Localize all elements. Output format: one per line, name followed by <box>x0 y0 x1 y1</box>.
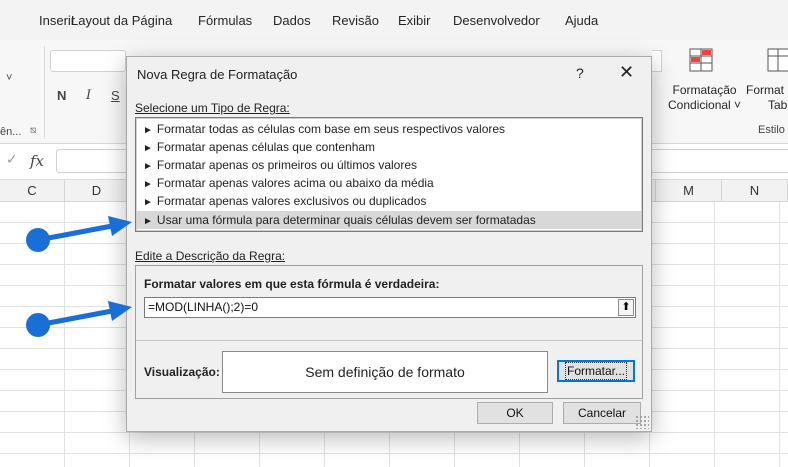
bold-button[interactable]: N <box>57 88 66 103</box>
arrow-right-icon: ► <box>143 216 153 227</box>
arrow-right-icon: ► <box>143 161 153 172</box>
font-name-box[interactable] <box>50 50 126 72</box>
rule-type-item-selected[interactable]: ► Usar uma fórmula para determinar quais … <box>137 211 641 229</box>
table-format-label-2: Tab <box>768 98 788 112</box>
cancel-button[interactable]: Cancelar <box>563 402 641 424</box>
fx-icon[interactable]: fx <box>30 152 44 170</box>
close-icon[interactable]: ✕ <box>619 62 634 83</box>
rule-type-label: Formatar apenas células que contenham <box>156 140 376 154</box>
collapse-dialog-button[interactable]: ⬆ <box>618 299 634 316</box>
cond-format-label-1: Formatação <box>672 83 737 97</box>
tab-layout-da-pagina[interactable]: Layout da Página <box>71 13 172 28</box>
group-label-fragment: ên... <box>0 126 22 138</box>
dialog-title: Nova Regra de Formatação <box>137 67 298 82</box>
arrow-right-icon: ► <box>143 143 153 154</box>
arrow-right-icon: ► <box>143 197 153 208</box>
tab-ajuda[interactable]: Ajuda <box>565 13 598 28</box>
ribbon-separator <box>44 46 45 138</box>
column-header-n[interactable]: N <box>722 180 788 202</box>
rule-type-label: Formatar todas as células com base em se… <box>156 122 506 136</box>
rule-type-label: Formatar apenas os primeiros ou últimos … <box>156 158 418 172</box>
rule-type-item[interactable]: ► Formatar todas as células com base em s… <box>137 120 641 138</box>
tab-exibir[interactable]: Exibir <box>398 13 431 28</box>
rule-type-list[interactable]: ► Formatar todas as células com base em s… <box>135 117 643 232</box>
rule-description-panel: Formatar valores em que esta fórmula é v… <box>135 265 643 399</box>
formula-value: =MOD(LINHA();2)=0 <box>148 300 259 314</box>
rule-type-item[interactable]: ► Formatar apenas células que contenham <box>137 138 641 156</box>
upload-arrow-icon: ⬆ <box>621 301 631 313</box>
tab-inserir[interactable]: Inserir <box>39 13 75 28</box>
cond-format-label-2: Condicional ˅ <box>668 98 742 112</box>
table-format-label-1: Format <box>746 83 785 97</box>
format-as-table-button[interactable]: Format Tab <box>746 83 787 113</box>
arrow-right-icon: ► <box>143 179 153 190</box>
formula-input[interactable]: =MOD(LINHA();2)=0 ⬆ <box>144 297 636 318</box>
dialog-launcher-icon[interactable]: ⧅ <box>30 125 36 136</box>
format-as-table-icon[interactable] <box>766 47 788 73</box>
rule-type-label: Formatar apenas valores exclusivos ou du… <box>156 194 427 208</box>
chevron-down-icon[interactable]: ˅ <box>6 72 12 84</box>
arrow-right-icon: ► <box>143 125 153 136</box>
conditional-formatting-icon[interactable] <box>688 47 714 73</box>
tab-formulas[interactable]: Fórmulas <box>198 13 252 28</box>
column-header-m[interactable]: M <box>656 180 722 202</box>
ribbon-tab-bar: Inserir Layout da Página Fórmulas Dados … <box>0 0 788 40</box>
formula-bar-input[interactable] <box>56 149 136 173</box>
styles-group-label: Estilo <box>758 124 785 136</box>
column-header-c[interactable]: C <box>0 180 65 202</box>
new-formatting-rule-dialog: Nova Regra de Formatação ? ✕ Selecione u… <box>126 56 652 432</box>
conditional-formatting-button[interactable]: Formatação Condicional ˅ <box>668 83 741 113</box>
check-icon[interactable]: ✓ <box>6 151 18 168</box>
edit-description-label: Edite a Descrição da Regra: <box>135 249 286 263</box>
help-icon[interactable]: ? <box>576 65 584 81</box>
preview-label: Visualização: <box>144 365 220 379</box>
underline-button[interactable]: S <box>111 88 120 103</box>
formula-bar-input-right[interactable] <box>652 149 788 173</box>
italic-button[interactable]: I <box>86 88 91 103</box>
panel-divider <box>136 340 642 341</box>
tab-revisao[interactable]: Revisão <box>332 13 379 28</box>
format-button-label: Formatar... <box>564 362 628 380</box>
format-preview-box: Sem definição de formato <box>222 351 548 393</box>
rule-type-label: Formatar apenas valores acima ou abaixo … <box>156 176 434 190</box>
rule-type-item[interactable]: ► Formatar apenas valores acima ou abaixo… <box>137 174 641 192</box>
select-rule-type-label: Selecione um Tipo de Regra: <box>135 101 290 115</box>
ok-button[interactable]: OK <box>477 402 553 424</box>
rule-type-item[interactable]: ► Formatar apenas os primeiros ou últimos… <box>137 156 641 174</box>
number-format-box[interactable] <box>652 50 662 72</box>
tab-dados[interactable]: Dados <box>273 13 311 28</box>
formula-label: Formatar valores em que esta fórmula é v… <box>144 277 440 291</box>
resize-grip-icon[interactable] <box>635 415 649 429</box>
column-header-d[interactable]: D <box>65 180 129 202</box>
format-button[interactable]: Formatar... <box>557 360 635 382</box>
rule-type-item[interactable]: ► Formatar apenas valores exclusivos ou d… <box>137 192 641 210</box>
rule-type-label: Usar uma fórmula para determinar quais c… <box>156 213 536 227</box>
tab-desenvolvedor[interactable]: Desenvolvedor <box>453 13 540 28</box>
